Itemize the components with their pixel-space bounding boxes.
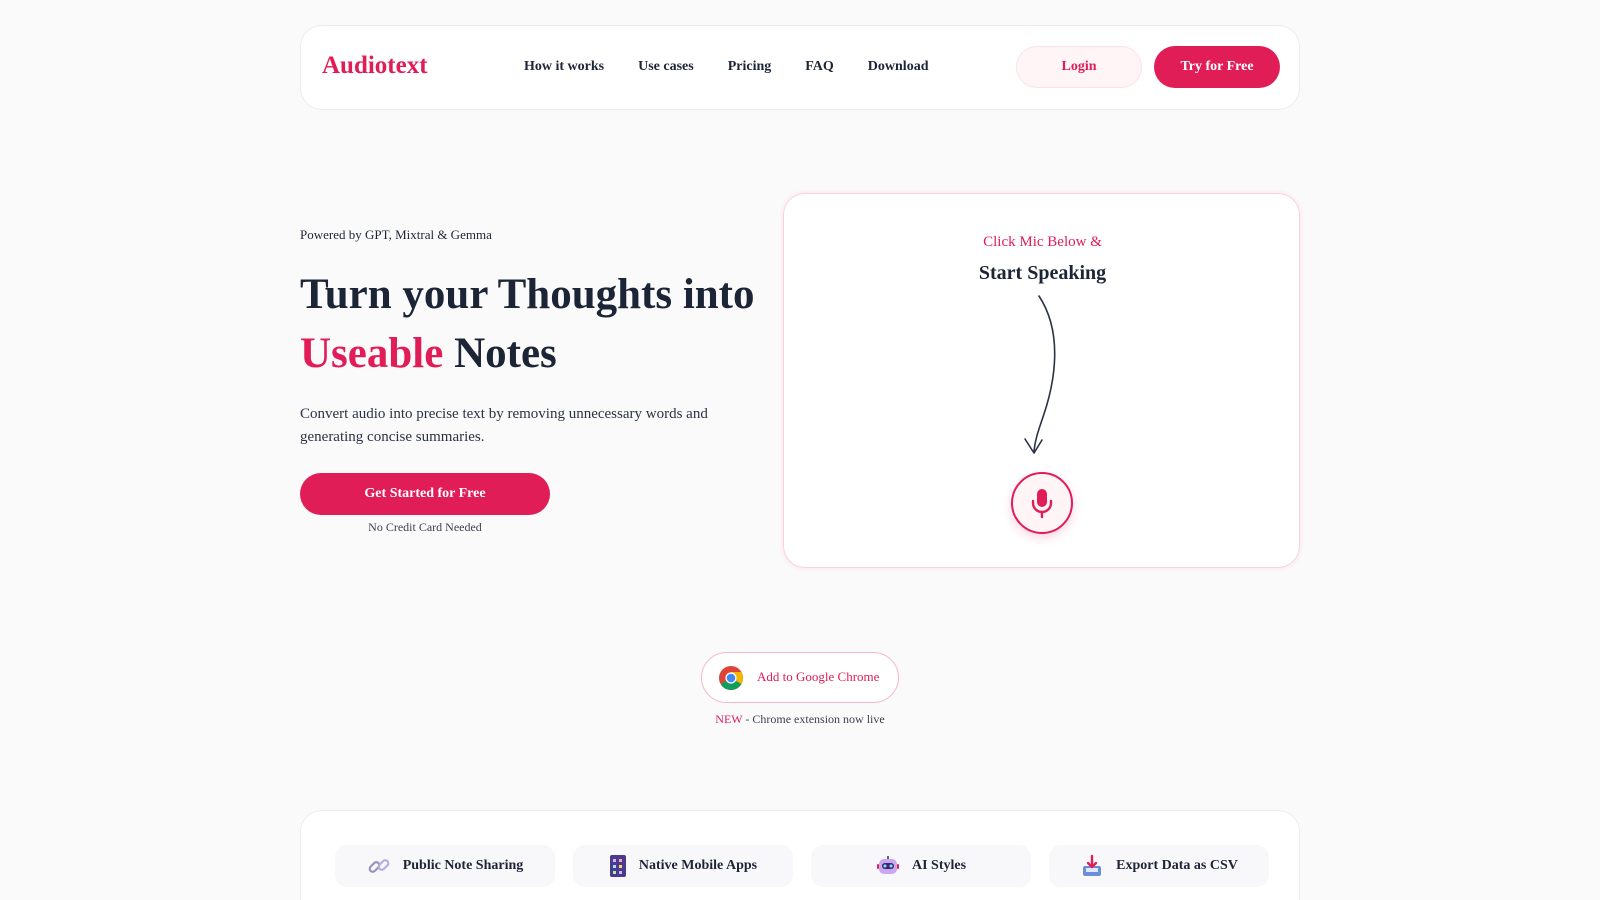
feature-label: Native Mobile Apps	[638, 858, 758, 873]
logo[interactable]: Audiotext	[322, 52, 428, 80]
get-started-button[interactable]: Get Started for Free	[300, 473, 550, 515]
top-navbar: Audiotext How it works Use cases Pricing…	[300, 25, 1300, 110]
new-note-text: - Chrome extension now live	[742, 712, 885, 726]
robot-icon	[876, 856, 899, 874]
try-for-free-button[interactable]: Try for Free	[1154, 46, 1280, 88]
hand-drawn-arrow-icon	[1024, 295, 1056, 454]
no-credit-card-note: No Credit Card Needed	[368, 520, 482, 534]
hero-headline: Turn your Thoughts into Useable Notes	[300, 265, 770, 383]
feature-export-data-csv[interactable]: Export Data as CSV	[1049, 845, 1269, 887]
mic-card: Click Mic Below & Start Speaking	[783, 193, 1300, 568]
nav-how-it-works[interactable]: How it works	[524, 59, 604, 75]
nav-use-cases[interactable]: Use cases	[638, 59, 694, 75]
mic-prompt-line1: Click Mic Below &	[983, 234, 1102, 250]
headline-accent: Useable	[300, 330, 444, 377]
add-to-chrome-label: Add to Google Chrome	[757, 669, 880, 684]
login-button[interactable]: Login	[1016, 46, 1142, 88]
headline-part1: Turn your Thoughts into	[300, 271, 755, 318]
feature-public-note-sharing[interactable]: Public Note Sharing	[335, 845, 555, 887]
powered-by-text: Powered by GPT, Mixtral & Gemma	[300, 227, 492, 242]
chrome-extension-note: NEW - Chrome extension now live	[0, 712, 1600, 727]
mobile-apps-icon	[609, 855, 626, 877]
nav-links: How it works Use cases Pricing FAQ Downl…	[524, 59, 962, 75]
microphone-icon	[1031, 489, 1053, 518]
feature-label: Export Data as CSV	[1116, 858, 1238, 873]
mic-prompt-line2: Start Speaking	[978, 262, 1107, 284]
link-icon	[368, 859, 390, 873]
nav-download[interactable]: Download	[868, 59, 929, 75]
add-to-chrome-button[interactable]: Add to Google Chrome	[701, 652, 899, 703]
new-tag: NEW	[715, 712, 743, 726]
feature-ai-styles[interactable]: AI Styles	[811, 845, 1031, 887]
chrome-icon	[719, 666, 744, 691]
nav-faq[interactable]: FAQ	[805, 59, 834, 75]
headline-part2: Notes	[454, 330, 557, 377]
nav-pricing[interactable]: Pricing	[728, 59, 772, 75]
features-panel: Public Note Sharing Native Mobile Apps A…	[300, 810, 1300, 900]
feature-label: Public Note Sharing	[402, 858, 524, 873]
export-icon	[1083, 854, 1102, 876]
hero-subtext: Convert audio into precise text by remov…	[300, 406, 708, 445]
microphone-button[interactable]	[1011, 472, 1073, 534]
feature-native-mobile-apps[interactable]: Native Mobile Apps	[573, 845, 793, 887]
feature-label: AI Styles	[911, 858, 967, 873]
